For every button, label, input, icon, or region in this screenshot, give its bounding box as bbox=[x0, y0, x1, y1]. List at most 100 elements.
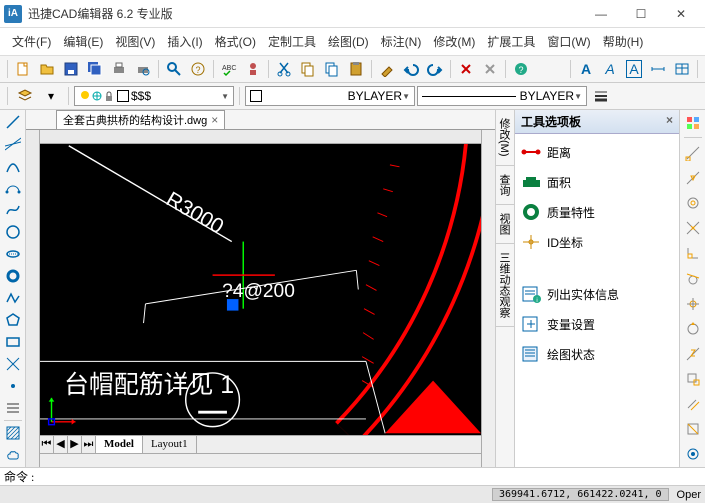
snap-end-button[interactable] bbox=[682, 142, 704, 163]
snap-nea-button[interactable] bbox=[682, 343, 704, 364]
menu-view[interactable]: 视图(V) bbox=[109, 30, 161, 53]
menu-ext-tools[interactable]: 扩展工具 bbox=[481, 30, 541, 53]
close-button[interactable]: ✕ bbox=[661, 0, 701, 28]
minimize-button[interactable]: — bbox=[581, 0, 621, 28]
revcloud-tool[interactable] bbox=[2, 445, 24, 465]
snap-ins-button[interactable] bbox=[682, 368, 704, 389]
about-button[interactable]: ? bbox=[510, 58, 532, 80]
layer-combo[interactable]: $$$ ▼ bbox=[74, 86, 234, 106]
copy-button[interactable] bbox=[297, 58, 319, 80]
matchprop-button[interactable] bbox=[376, 58, 398, 80]
tool-massprop[interactable]: 质量特性 bbox=[517, 198, 677, 226]
layers-panel-button[interactable] bbox=[682, 112, 704, 133]
save-button[interactable] bbox=[60, 58, 82, 80]
snap-none-button[interactable] bbox=[682, 419, 704, 440]
linetype-combo[interactable]: BYLAYER ▼ bbox=[417, 86, 587, 106]
tool-setvar[interactable]: 变量设置 bbox=[517, 310, 677, 338]
copybase-button[interactable] bbox=[321, 58, 343, 80]
menu-dimension[interactable]: 标注(N) bbox=[375, 30, 428, 53]
point-tool[interactable] bbox=[2, 376, 24, 396]
tool-area[interactable]: 面积 bbox=[517, 168, 677, 196]
textstyle-a1[interactable]: A bbox=[575, 58, 597, 80]
menu-draw[interactable]: 绘图(D) bbox=[322, 30, 375, 53]
menu-insert[interactable]: 插入(I) bbox=[161, 30, 208, 53]
ray-tool[interactable] bbox=[2, 354, 24, 374]
explorer-button[interactable] bbox=[242, 58, 264, 80]
palette-close-icon[interactable]: × bbox=[666, 113, 673, 130]
tab-first-button[interactable]: ⏮ bbox=[40, 436, 54, 453]
spellcheck-button[interactable]: ABC bbox=[218, 58, 240, 80]
arc3p-tool[interactable] bbox=[2, 178, 24, 198]
menu-custom-tools[interactable]: 定制工具 bbox=[262, 30, 322, 53]
textstyle-a3[interactable]: A bbox=[623, 58, 645, 80]
color-combo[interactable]: BYLAYER ▼ bbox=[245, 86, 415, 106]
undo-button[interactable] bbox=[400, 58, 422, 80]
line-tool[interactable] bbox=[2, 112, 24, 132]
drawing-canvas[interactable]: R3000 ?4@200 台帽配筋详见 1 bbox=[40, 144, 481, 435]
donut-tool[interactable] bbox=[2, 266, 24, 286]
snap-per-button[interactable] bbox=[682, 243, 704, 264]
tab-next-button[interactable]: ▶ bbox=[68, 436, 82, 453]
tab-prev-button[interactable]: ◀ bbox=[54, 436, 68, 453]
tool-idpoint[interactable]: ID坐标 bbox=[517, 228, 677, 256]
osnap-settings-button[interactable] bbox=[682, 444, 704, 465]
snap-tan-button[interactable] bbox=[682, 268, 704, 289]
vtab-modify[interactable]: 修改(M) bbox=[496, 110, 514, 166]
textstyle-a2[interactable]: A bbox=[599, 58, 621, 80]
vtab-view[interactable]: 视图 bbox=[496, 205, 514, 244]
erase-button[interactable] bbox=[455, 58, 477, 80]
rect-tool[interactable] bbox=[2, 332, 24, 352]
snap-cen-button[interactable] bbox=[682, 192, 704, 213]
menu-window[interactable]: 窗口(W) bbox=[541, 30, 596, 53]
menu-modify[interactable]: 修改(M) bbox=[427, 30, 481, 53]
layout-tab-layout1[interactable]: Layout1 bbox=[143, 436, 197, 453]
layer-dropdown-button[interactable]: ▾ bbox=[40, 85, 62, 107]
new-button[interactable] bbox=[12, 58, 34, 80]
cut-button[interactable] bbox=[273, 58, 295, 80]
menu-help[interactable]: 帮助(H) bbox=[597, 30, 650, 53]
wipeout-tool[interactable] bbox=[2, 398, 24, 418]
maximize-button[interactable]: ☐ bbox=[621, 0, 661, 28]
print-button[interactable] bbox=[108, 58, 130, 80]
help-button[interactable]: ? bbox=[187, 58, 209, 80]
close-icon[interactable]: × bbox=[211, 113, 218, 127]
tablestyle-button[interactable] bbox=[671, 58, 693, 80]
document-tab[interactable]: 全套古典拱桥的结构设计.dwg × bbox=[56, 110, 225, 129]
vertical-scrollbar[interactable] bbox=[481, 130, 495, 467]
hatch-tool[interactable] bbox=[2, 423, 24, 443]
menu-format[interactable]: 格式(O) bbox=[209, 30, 262, 53]
spline-tool[interactable] bbox=[2, 200, 24, 220]
circle-tool[interactable] bbox=[2, 222, 24, 242]
print-preview-button[interactable] bbox=[132, 58, 154, 80]
tab-last-button[interactable]: ⏭ bbox=[82, 436, 96, 453]
snap-qua-button[interactable] bbox=[682, 318, 704, 339]
command-line[interactable]: 命令 : bbox=[0, 467, 705, 485]
open-button[interactable] bbox=[36, 58, 58, 80]
paste-button[interactable] bbox=[345, 58, 367, 80]
ellipse-tool[interactable] bbox=[2, 244, 24, 264]
oops-button[interactable] bbox=[479, 58, 501, 80]
lineweight-button[interactable] bbox=[590, 85, 612, 107]
arc-tool[interactable] bbox=[2, 156, 24, 176]
dimstyle-button[interactable] bbox=[647, 58, 669, 80]
polygon-tool[interactable] bbox=[2, 310, 24, 330]
redo-button[interactable] bbox=[424, 58, 446, 80]
tool-distance[interactable]: 距离 bbox=[517, 138, 677, 166]
snap-mid-button[interactable] bbox=[682, 167, 704, 188]
layout-tab-model[interactable]: Model bbox=[96, 436, 143, 453]
vtab-3dorbit[interactable]: 三维动态观察 bbox=[496, 244, 514, 327]
xline-tool[interactable] bbox=[2, 134, 24, 154]
snap-par-button[interactable] bbox=[682, 394, 704, 415]
saveall-button[interactable] bbox=[84, 58, 106, 80]
horizontal-scrollbar[interactable] bbox=[40, 453, 481, 467]
snap-int-button[interactable] bbox=[682, 218, 704, 239]
tool-list[interactable]: i 列出实体信息 bbox=[517, 280, 677, 308]
snap-node-button[interactable] bbox=[682, 293, 704, 314]
menu-file[interactable]: 文件(F) bbox=[6, 30, 57, 53]
find-button[interactable] bbox=[163, 58, 185, 80]
layer-manager-button[interactable] bbox=[14, 85, 36, 107]
vtab-inquiry[interactable]: 查询 bbox=[496, 166, 514, 205]
menu-edit[interactable]: 编辑(E) bbox=[57, 30, 109, 53]
pline-tool[interactable] bbox=[2, 288, 24, 308]
tool-status[interactable]: 绘图状态 bbox=[517, 340, 677, 368]
